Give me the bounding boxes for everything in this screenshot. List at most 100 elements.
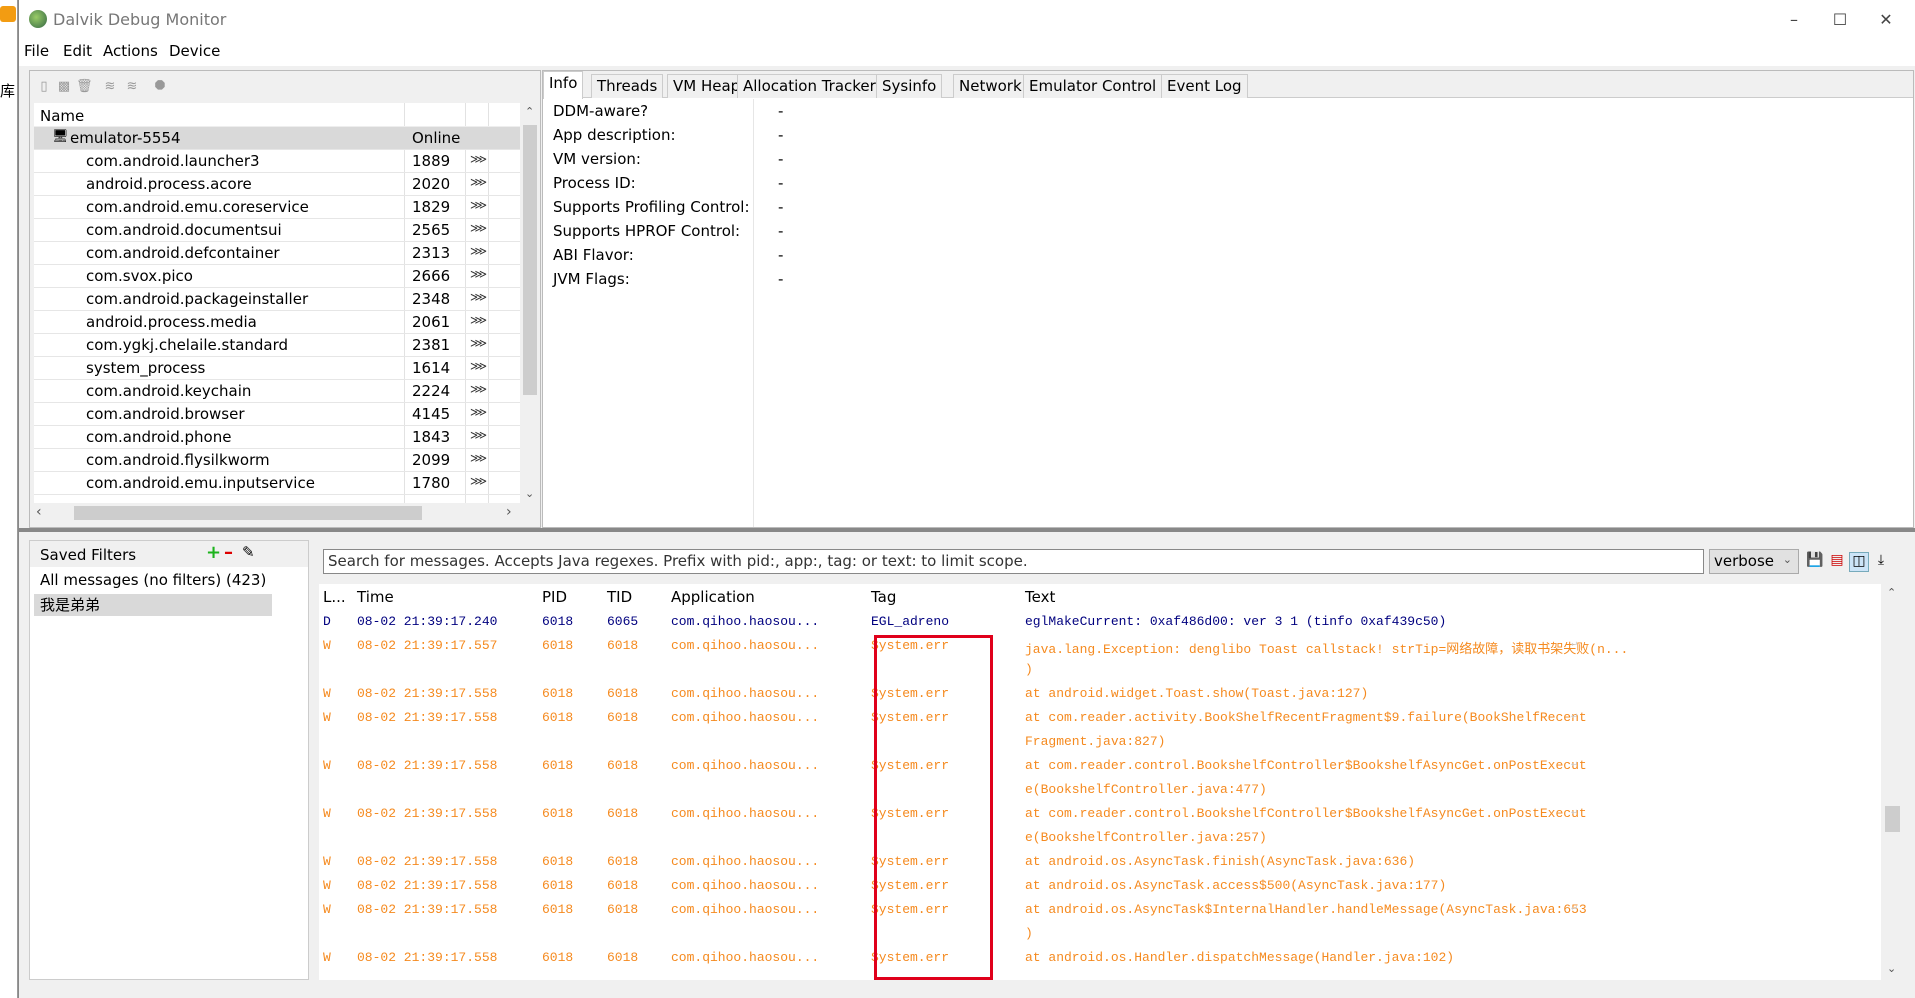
device-row[interactable]: 🖥 emulator-5554 Online — [34, 127, 520, 150]
log-column-header[interactable]: L... — [323, 588, 346, 606]
process-row[interactable]: com.android.defcontainer 2313 ⋙ — [34, 242, 520, 265]
log-column-header[interactable]: Time — [357, 588, 394, 606]
debug-icon[interactable]: ▯ — [36, 79, 52, 95]
tab-allocation-tracker[interactable]: Allocation Tracker — [737, 74, 882, 98]
maximize-button[interactable]: ☐ — [1817, 6, 1863, 34]
process-row[interactable]: android.process.acore 2020 ⋙ — [34, 173, 520, 196]
tab-sysinfo[interactable]: Sysinfo — [876, 74, 943, 98]
devices-header: Name — [34, 103, 520, 127]
menu-file[interactable]: File — [24, 42, 49, 60]
log-row-continuation[interactable]: ) — [319, 922, 1881, 946]
edit-filter-icon[interactable]: ✎ — [242, 543, 255, 561]
process-row[interactable]: android.process.media 2061 ⋙ — [34, 311, 520, 334]
log-app: com.qihoo.haosou... — [671, 710, 820, 725]
tab-event-log[interactable]: Event Log — [1161, 74, 1248, 98]
menu-bar: File Edit Actions Device — [19, 40, 1915, 66]
tab-threads[interactable]: Threads — [591, 74, 664, 98]
log-row[interactable]: W 08-02 21:39:17.558 6018 6018 com.qihoo.hao… — [319, 706, 1881, 730]
stop-icon[interactable]: ⯃ — [152, 79, 168, 95]
thread-status-icon: ⋙ — [470, 152, 488, 166]
log-column-header[interactable]: TID — [607, 588, 632, 606]
process-row[interactable]: com.android.emu.inputservice 1780 ⋙ — [34, 472, 520, 495]
menu-edit[interactable]: Edit — [63, 42, 92, 60]
log-row[interactable]: W 08-02 21:39:17.558 6018 6018 com.qihoo.hao… — [319, 946, 1881, 970]
log-row-continuation[interactable]: e(BookshelfController.java:257) — [319, 826, 1881, 850]
info-value: - — [778, 246, 784, 264]
clear-log-icon[interactable]: ▤ — [1827, 552, 1847, 572]
info-label: Supports HPROF Control: — [553, 222, 741, 240]
remove-filter-icon[interactable]: – — [224, 542, 233, 563]
scroll-down-icon[interactable]: ⌄ — [525, 487, 534, 500]
scroll-up-icon[interactable]: ⌃ — [525, 105, 534, 118]
scroll-left-icon[interactable]: ‹ — [36, 504, 42, 520]
method-profiling-icon[interactable]: ≋ — [124, 79, 140, 95]
tab-network[interactable]: Network — [953, 74, 1028, 98]
process-pid: 1614 — [412, 359, 451, 377]
chevron-down-icon: ⌄ — [1782, 553, 1792, 566]
log-search-input[interactable]: Search for messages. Accepts Java regexe… — [323, 549, 1704, 574]
log-row[interactable]: W 08-02 21:39:17.558 6018 6018 com.qihoo.hao… — [319, 850, 1881, 874]
scroll-thumb[interactable] — [1885, 806, 1900, 832]
log-column-header[interactable]: Tag — [871, 588, 896, 606]
name-column-header[interactable]: Name — [40, 107, 84, 125]
toggle-columns-icon[interactable]: ◫ — [1849, 552, 1869, 572]
save-icon[interactable]: 💾 — [1805, 552, 1825, 572]
process-row[interactable]: com.android.phone 1843 ⋙ — [34, 426, 520, 449]
log-row[interactable]: W 08-02 21:39:17.558 6018 6018 com.qihoo.hao… — [319, 754, 1881, 778]
log-level: W — [323, 806, 331, 821]
log-row-continuation[interactable]: Fragment.java:827) — [319, 730, 1881, 754]
menu-actions[interactable]: Actions — [103, 42, 158, 60]
log-column-header[interactable]: Application — [671, 588, 755, 606]
log-column-header[interactable]: Text — [1025, 588, 1055, 606]
log-row[interactable]: W 08-02 21:39:17.558 6018 6018 com.qihoo.hao… — [319, 802, 1881, 826]
log-row[interactable]: W 08-02 21:39:17.558 6018 6018 com.qihoo.hao… — [319, 898, 1881, 922]
tab-vm-heap[interactable]: VM Heap — [667, 74, 747, 98]
process-row[interactable]: com.android.emu.coreservice 1829 ⋙ — [34, 196, 520, 219]
log-row-continuation[interactable]: ) — [319, 658, 1881, 682]
log-app: com.qihoo.haosou... — [671, 950, 820, 965]
log-level-select[interactable]: verbose ⌄ — [1709, 549, 1799, 574]
scroll-up-icon[interactable]: ⌃ — [1887, 586, 1896, 599]
log-row[interactable]: D 08-02 21:39:17.240 6018 6065 com.qihoo.hao… — [319, 610, 1881, 634]
scroll-thumb[interactable] — [74, 506, 422, 520]
log-vertical-scrollbar[interactable]: ⌃ ⌄ — [1881, 584, 1903, 980]
process-row[interactable]: com.android.flysilkworm 2099 ⋙ — [34, 449, 520, 472]
scroll-thumb[interactable] — [523, 125, 537, 395]
filter-item[interactable]: 我是弟弟 — [34, 594, 272, 616]
process-row[interactable]: com.android.packageinstaller 2348 ⋙ — [34, 288, 520, 311]
process-row[interactable]: system_process 1614 ⋙ — [34, 357, 520, 380]
scroll-lock-icon[interactable]: ⤓ — [1871, 552, 1891, 572]
process-row[interactable]: com.android.browser 4145 ⋙ — [34, 403, 520, 426]
log-row[interactable]: W 08-02 21:39:17.558 6018 6018 com.qihoo.hao… — [319, 682, 1881, 706]
gc-icon[interactable]: 🗑 — [76, 79, 93, 95]
log-row[interactable]: W 08-02 21:39:17.557 6018 6018 com.qihoo.hao… — [319, 634, 1881, 658]
panel-splitter[interactable] — [19, 528, 1915, 532]
scroll-down-icon[interactable]: ⌄ — [1887, 962, 1896, 975]
log-row[interactable]: W 08-02 21:39:17.558 6018 6018 com.qihoo.hao… — [319, 874, 1881, 898]
process-row[interactable]: com.android.documentsui 2565 ⋙ — [34, 219, 520, 242]
tab-emulator-control[interactable]: Emulator Control — [1023, 74, 1163, 98]
info-label: DDM-aware? — [553, 102, 649, 120]
menu-device[interactable]: Device — [169, 42, 220, 60]
title-bar: Dalvik Debug Monitor – ☐ ✕ — [19, 0, 1915, 40]
process-row[interactable]: com.android.launcher3 1889 ⋙ — [34, 150, 520, 173]
filter-item[interactable]: All messages (no filters) (423) — [34, 571, 272, 593]
scroll-right-icon[interactable]: › — [506, 504, 512, 520]
log-tid: 6065 — [607, 614, 639, 629]
devices-vertical-scrollbar[interactable]: ⌃ ⌄ — [520, 103, 540, 503]
process-row[interactable]: com.android.keychain 2224 ⋙ — [34, 380, 520, 403]
log-pid: 6018 — [542, 686, 574, 701]
update-heap-icon[interactable]: ▩ — [56, 79, 72, 95]
log-row-continuation[interactable]: e(BookshelfController.java:477) — [319, 778, 1881, 802]
add-filter-icon[interactable]: + — [206, 542, 221, 563]
threads-icon[interactable]: ≋ — [102, 79, 118, 95]
minimize-button[interactable]: – — [1771, 6, 1817, 34]
close-button[interactable]: ✕ — [1863, 6, 1909, 34]
devices-horizontal-scrollbar[interactable]: ‹ › — [34, 503, 520, 523]
log-column-header[interactable]: PID — [542, 588, 567, 606]
tab-info[interactable]: Info — [543, 71, 584, 99]
log-tid: 6018 — [607, 878, 639, 893]
process-row[interactable]: com.svox.pico 2666 ⋙ — [34, 265, 520, 288]
process-row[interactable]: com.ygkj.chelaile.standard 2381 ⋙ — [34, 334, 520, 357]
log-level: W — [323, 902, 331, 917]
